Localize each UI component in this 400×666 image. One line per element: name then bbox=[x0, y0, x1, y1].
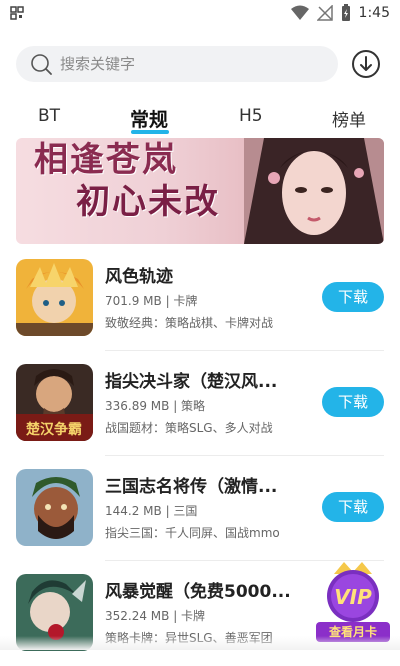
game-thumbnail[interactable]: 楚汉争霸 bbox=[16, 364, 93, 441]
search-bar[interactable] bbox=[16, 46, 338, 82]
no-signal-icon bbox=[316, 5, 333, 21]
battery-icon bbox=[341, 4, 350, 21]
status-bar: 1:45 bbox=[0, 0, 400, 26]
game-title: 指尖决斗家（楚汉风... bbox=[105, 372, 278, 392]
game-meta: 144.2 MB | 三国 bbox=[105, 504, 198, 518]
clock: 1:45 bbox=[358, 5, 390, 21]
download-manager-icon[interactable] bbox=[350, 48, 382, 80]
game-thumbnail[interactable] bbox=[16, 469, 93, 546]
vip-text: VIP bbox=[334, 585, 372, 609]
notification-icon bbox=[10, 6, 24, 20]
tab-h5[interactable]: H5 bbox=[239, 106, 263, 126]
game-description: 致敬经典：策略战棋、卡牌对战 bbox=[105, 316, 274, 330]
game-title: 风暴觉醒（免费5000... bbox=[105, 582, 291, 602]
thumbnail-text: 楚汉争霸 bbox=[25, 421, 82, 438]
download-button[interactable]: 下载 bbox=[322, 387, 384, 417]
game-thumbnail[interactable] bbox=[16, 259, 93, 336]
tab-bt[interactable]: BT bbox=[38, 106, 60, 126]
search-icon bbox=[31, 54, 52, 75]
crown-icon: VIP bbox=[327, 562, 379, 622]
game-description: 指尖三国：千人同屏、国战mmo bbox=[105, 526, 280, 540]
vip-monthly-card-badge[interactable]: VIP 查看月卡 bbox=[314, 560, 392, 646]
game-icon-art bbox=[16, 469, 93, 546]
game-title: 风色轨迹 bbox=[105, 267, 173, 287]
list-item[interactable]: 楚汉争霸 指尖决斗家（楚汉风... 336.89 MB | 策略 战国题材：策略… bbox=[0, 351, 400, 456]
tab-ranking[interactable]: 榜单 bbox=[332, 106, 366, 131]
active-tab-indicator bbox=[131, 130, 169, 134]
game-description: 战国题材：策略SLG、多人对战 bbox=[105, 421, 273, 435]
banner-character-art bbox=[244, 138, 384, 244]
list-item[interactable]: 三国志名将传（激情... 144.2 MB | 三国 指尖三国：千人同屏、国战m… bbox=[0, 456, 400, 561]
tab-regular[interactable]: 常规 bbox=[130, 105, 168, 132]
promo-banner[interactable]: 相逢苍岚 初心未改 bbox=[16, 138, 384, 244]
game-icon-art: 楚汉争霸 bbox=[16, 364, 93, 441]
game-meta: 352.24 MB | 卡牌 bbox=[105, 609, 206, 623]
game-title: 三国志名将传（激情... bbox=[105, 477, 278, 497]
game-meta: 701.9 MB | 卡牌 bbox=[105, 294, 198, 308]
search-input[interactable] bbox=[58, 54, 302, 74]
category-tabs: BT 常规 H5 榜单 bbox=[0, 100, 400, 136]
banner-subtitle: 初心未改 bbox=[76, 182, 220, 222]
list-item[interactable]: 风色轨迹 701.9 MB | 卡牌 致敬经典：策略战棋、卡牌对战 下载 bbox=[0, 246, 400, 351]
bottom-edge bbox=[0, 636, 400, 650]
download-button[interactable]: 下载 bbox=[322, 282, 384, 312]
game-meta: 336.89 MB | 策略 bbox=[105, 399, 206, 413]
game-icon-art bbox=[16, 259, 93, 336]
download-button[interactable]: 下载 bbox=[322, 492, 384, 522]
banner-title: 相逢苍岚 bbox=[34, 140, 178, 180]
wifi-icon bbox=[290, 5, 309, 20]
